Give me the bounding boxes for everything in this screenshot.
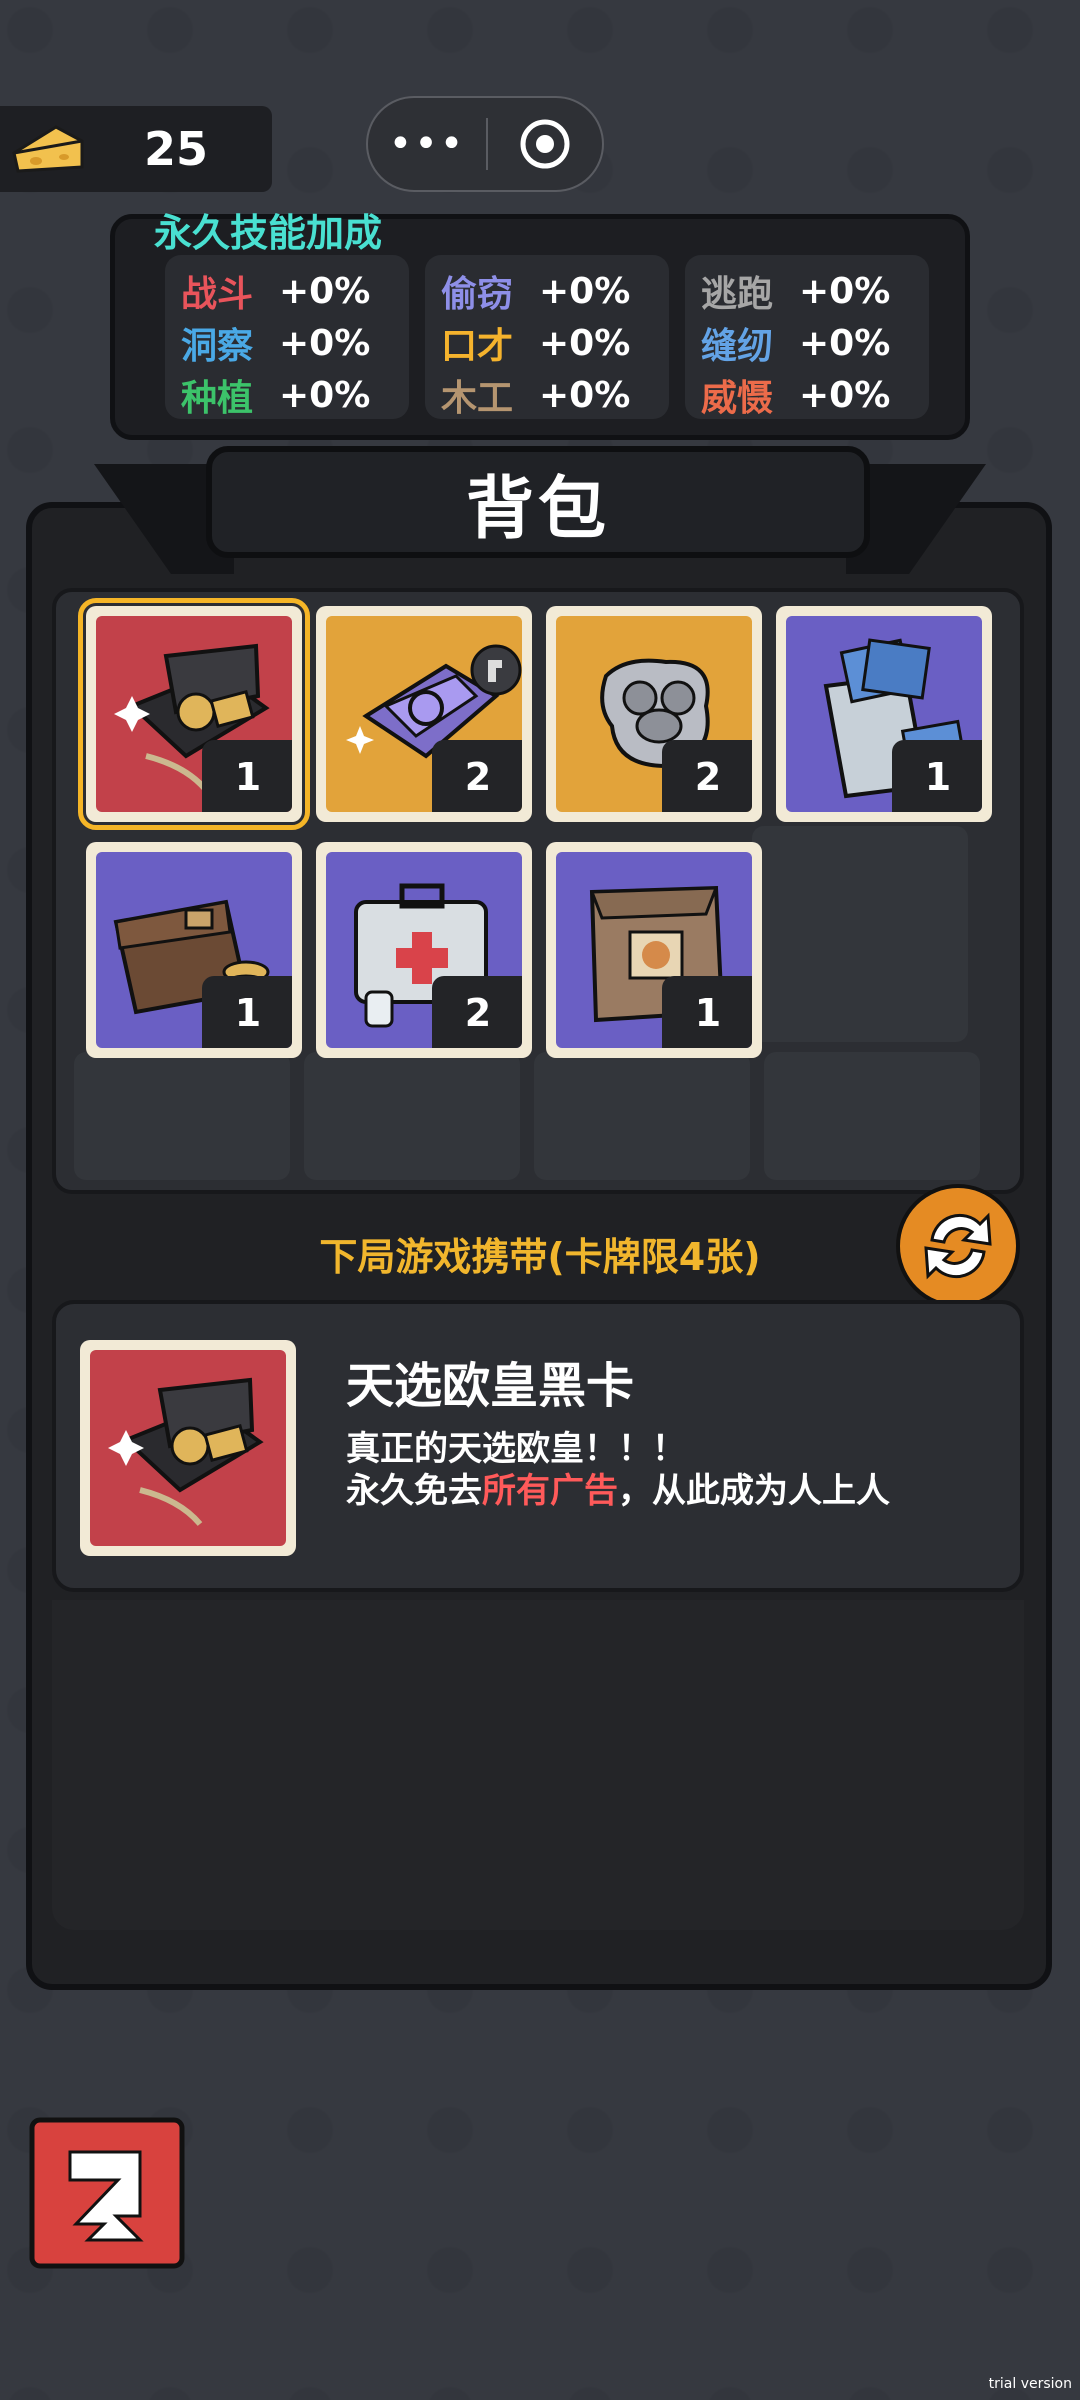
- skill-value: +0%: [799, 270, 891, 312]
- skill-name: 口才: [441, 326, 514, 367]
- skill-column: 战斗 +0% 洞察 +0% 种植 +0%: [165, 255, 409, 419]
- skill-row: 偷窃 +0%: [441, 265, 653, 317]
- panel-lower-area: [52, 1600, 1024, 1930]
- item-count: 2: [662, 740, 752, 812]
- skill-name: 战斗: [181, 274, 254, 315]
- inventory-card-black-card[interactable]: 1: [78, 598, 310, 830]
- skill-value: +0%: [279, 270, 371, 312]
- skill-row: 种植 +0%: [181, 369, 393, 421]
- inventory-grid: 1 2 2 1 1 2 1: [52, 588, 1024, 1194]
- empty-slot: [764, 1052, 980, 1180]
- skill-row: 威慑 +0%: [701, 369, 913, 421]
- item-count: 2: [432, 976, 522, 1048]
- item-detail-panel: 天选欧皇黑卡 真正的天选欧皇！！！ 永久免去所有广告，从此成为人上人: [52, 1300, 1024, 1592]
- backpack-title: 背包: [465, 469, 610, 549]
- skill-value: +0%: [279, 322, 371, 364]
- skill-column: 逃跑 +0% 缝纫 +0% 威慑 +0%: [685, 255, 929, 419]
- skill-column: 偷窃 +0% 口才 +0% 木工 +0%: [425, 255, 669, 419]
- skill-name: 威慑: [701, 378, 774, 419]
- close-button[interactable]: [488, 117, 602, 171]
- skill-row: 木工 +0%: [441, 369, 653, 421]
- item-count: 1: [892, 740, 982, 812]
- description-line: 永久免去所有广告，从此成为人上人: [346, 1470, 890, 1512]
- skill-name: 缝纫: [701, 326, 774, 367]
- empty-slot: [752, 826, 968, 1042]
- black-card-box-icon: [108, 1377, 264, 1526]
- skill-row: 洞察 +0%: [181, 317, 393, 369]
- item-count: 2: [432, 740, 522, 812]
- inventory-card-first-aid-kit[interactable]: 2: [316, 842, 532, 1058]
- skill-row: 口才 +0%: [441, 317, 653, 369]
- description-line: 真正的天选欧皇！！！: [346, 1429, 686, 1469]
- detail-item-name: 天选欧皇黑卡: [346, 1358, 635, 1414]
- skill-value: +0%: [539, 374, 631, 416]
- skill-row: 逃跑 +0%: [701, 265, 913, 317]
- detail-card-image: [80, 1340, 296, 1556]
- back-button[interactable]: [28, 2116, 186, 2274]
- inventory-card-money-bag[interactable]: 1: [776, 606, 992, 822]
- cheese-counter: 25: [0, 106, 272, 192]
- inventory-card-purple-case[interactable]: 2: [316, 606, 532, 822]
- trial-watermark: trial version: [988, 2376, 1072, 2392]
- refresh-button[interactable]: [892, 1180, 1024, 1312]
- inventory-card-mouse-plate[interactable]: 2: [546, 606, 762, 822]
- description-text: 永久免去: [346, 1471, 482, 1511]
- skill-row: 战斗 +0%: [181, 265, 393, 317]
- detail-item-description: 真正的天选欧皇！！！ 永久免去所有广告，从此成为人上人: [346, 1428, 890, 1512]
- description-highlight: 所有广告: [482, 1471, 618, 1511]
- empty-slot: [304, 1052, 520, 1180]
- skill-value: +0%: [279, 374, 371, 416]
- backpack-title-banner: 背包: [206, 446, 870, 558]
- description-text: ，从此成为人上人: [618, 1471, 890, 1511]
- skill-value: +0%: [539, 270, 631, 312]
- skill-name: 洞察: [181, 326, 254, 367]
- skills-title: 永久技能加成: [154, 211, 383, 255]
- skill-value: +0%: [799, 322, 891, 364]
- item-count: 1: [202, 976, 292, 1048]
- mini-program-capsule: •••: [366, 96, 604, 192]
- skill-name: 逃跑: [701, 274, 774, 315]
- inventory-card-wallet[interactable]: 1: [86, 842, 302, 1058]
- inventory-card-paper-bag[interactable]: 1: [546, 842, 762, 1058]
- skill-value: +0%: [799, 374, 891, 416]
- empty-slot: [74, 1052, 290, 1180]
- skill-name: 偷窃: [441, 274, 514, 315]
- cheese-count: 25: [144, 122, 209, 176]
- item-count: 1: [202, 740, 292, 812]
- skill-name: 种植: [181, 378, 254, 419]
- skill-row: 缝纫 +0%: [701, 317, 913, 369]
- skill-name: 木工: [441, 378, 514, 419]
- more-menu-button[interactable]: •••: [368, 121, 486, 167]
- empty-slot: [534, 1052, 750, 1180]
- cheese-icon: [12, 125, 84, 173]
- target-icon: [520, 119, 570, 169]
- skill-value: +0%: [539, 322, 631, 364]
- item-count: 1: [662, 976, 752, 1048]
